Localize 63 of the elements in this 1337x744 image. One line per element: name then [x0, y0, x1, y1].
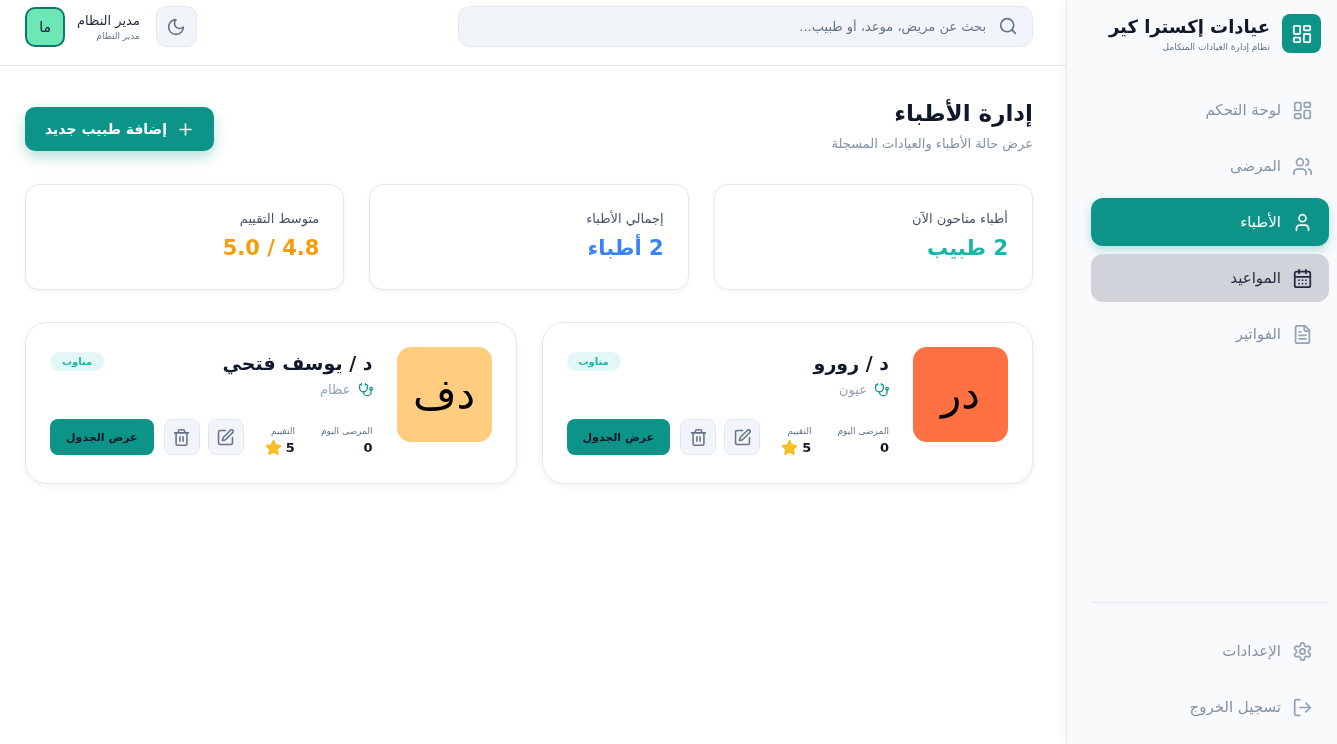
delete-button[interactable]: [163, 419, 200, 455]
sidebar-item[interactable]: الأطباء: [1091, 198, 1329, 246]
rating-value: 5: [802, 440, 812, 455]
edit-button[interactable]: [207, 419, 244, 455]
moon-icon: [167, 17, 186, 36]
logout-icon: [1293, 697, 1312, 717]
doctor-avatar: دف: [396, 347, 492, 442]
schedule-button[interactable]: عرض الجدول: [50, 419, 154, 455]
user-avatar[interactable]: ما: [25, 6, 65, 47]
stethoscope-icon: [358, 382, 373, 397]
calendar-icon: [1293, 268, 1312, 288]
document-icon: [1293, 324, 1312, 344]
stat-label: التقييم: [270, 426, 295, 436]
grid-icon: [1293, 100, 1312, 120]
user-name: مدير النظام: [77, 12, 140, 28]
status-badge: مناوب: [50, 352, 105, 371]
user-role: مدير النظام: [95, 30, 140, 41]
edit-button[interactable]: [724, 419, 761, 455]
sidebar-item[interactable]: المرضى: [1091, 142, 1329, 190]
search-icon: [999, 17, 1017, 35]
app-subtitle: نظام إدارة العيادات المتكامل: [1161, 41, 1270, 52]
sidebar-item[interactable]: الفواتير: [1091, 310, 1329, 358]
stat-label: المرضى اليوم: [837, 426, 889, 436]
settings-icon: [1293, 641, 1312, 661]
stat-label: متوسط التقييم: [239, 211, 320, 226]
trash-icon: [689, 428, 707, 446]
stat-value: 2 طبيب: [926, 236, 1008, 260]
doctor-name: د / يوسف فتحي: [222, 352, 373, 374]
stat-label: التقييم: [787, 426, 812, 436]
stat-label: أطباء متاحون الآن: [912, 211, 1008, 226]
sidebar-item[interactable]: لوحة التحكم: [1091, 86, 1329, 134]
star-icon: [782, 440, 798, 455]
logo-icon: [1282, 14, 1321, 53]
delete-button[interactable]: [680, 419, 717, 455]
pencil-icon: [733, 428, 751, 446]
plus-icon: [176, 120, 194, 138]
schedule-button[interactable]: عرض الجدول: [566, 419, 671, 455]
stat-label: المرضى اليوم: [320, 426, 373, 436]
sidebar-item[interactable]: تسجيل الخروج: [1091, 683, 1329, 731]
pencil-icon: [217, 428, 235, 446]
sidebar-item[interactable]: الإعدادات: [1091, 627, 1329, 675]
stat-value: 2 أطباء: [587, 236, 664, 260]
patients-count: 0: [363, 440, 373, 455]
users-icon: [1293, 156, 1312, 176]
doctor-name: د / رورو: [813, 352, 889, 374]
patients-count: 0: [879, 440, 889, 455]
star-icon: [265, 440, 281, 455]
doctor-specialty: عظام: [320, 382, 351, 397]
page-subtitle: عرض حالة الأطباء والعيادات المسجلة: [831, 136, 1033, 151]
app-title: عيادات إكسترا كير: [1108, 15, 1270, 37]
rating-value: 5: [285, 440, 295, 455]
stat-label: إجمالي الأطباء: [586, 211, 664, 226]
status-badge: مناوب: [566, 352, 621, 371]
add-doctor-button[interactable]: إضافة طبيب جديد: [25, 107, 214, 151]
page-title: إدارة الأطباء: [893, 100, 1033, 126]
sidebar-item[interactable]: المواعيد: [1091, 254, 1329, 302]
user-icon: [1293, 212, 1312, 232]
trash-icon: [173, 428, 191, 446]
stethoscope-icon: [875, 382, 889, 397]
theme-toggle-button[interactable]: [155, 6, 197, 47]
doctor-avatar: در: [913, 347, 1008, 442]
doctor-specialty: عيون: [839, 382, 867, 397]
stat-value: 4.8 / 5.0: [222, 236, 320, 260]
